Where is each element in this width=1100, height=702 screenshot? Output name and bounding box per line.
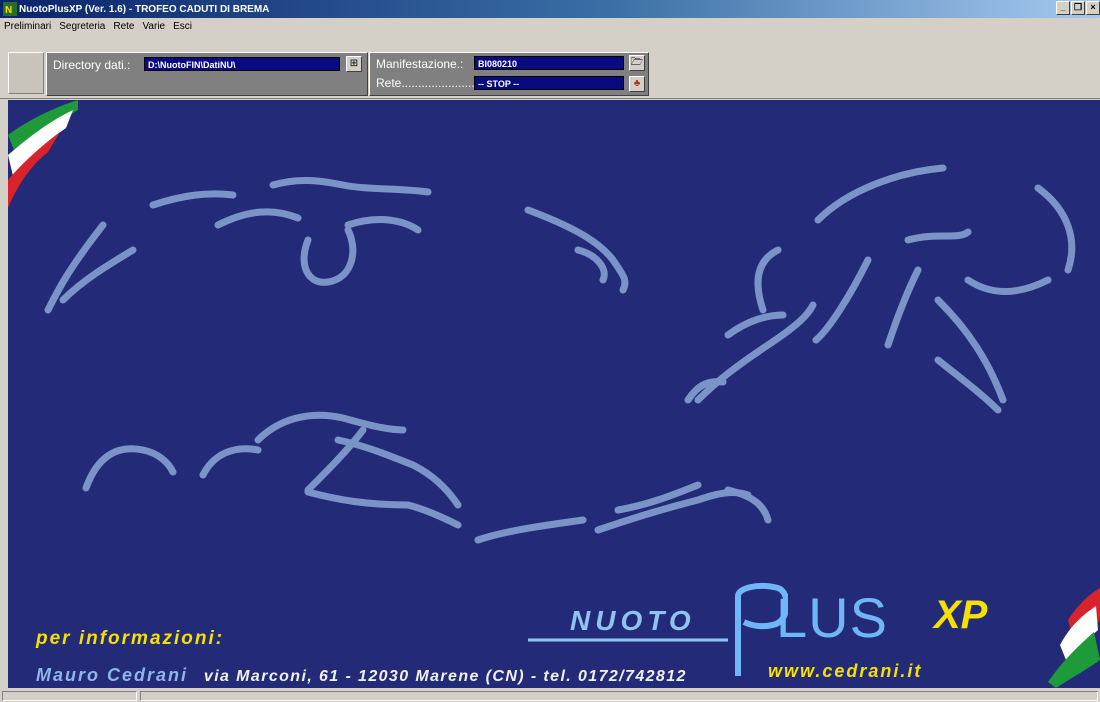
menu-esci[interactable]: Esci	[169, 21, 196, 32]
contact-address: via Marconi, 61 - 12030 Marene (CN) - te…	[203, 668, 687, 685]
menu-segreteria[interactable]: Segreteria	[55, 21, 109, 32]
logo-p-icon	[528, 583, 788, 676]
manifestazione-field[interactable]: BI080210	[474, 56, 624, 70]
info-heading: per informazioni:	[36, 628, 225, 649]
splash-banner: NUOTO LUS XP per informazioni: Mauro Ced…	[8, 100, 1100, 688]
title-bar[interactable]: N NuotoPlusXP (Ver. 1.6) - TROFEO CADUTI…	[0, 0, 1100, 18]
app-icon: N	[3, 2, 17, 16]
open-folder-button[interactable]: 🗁	[629, 55, 645, 71]
contact-name: Mauro Cedrani	[36, 665, 189, 685]
directory-label: Directory dati.:	[53, 58, 131, 72]
minimize-button[interactable]: _	[1056, 1, 1070, 15]
website-link[interactable]: www.cedrani.it	[768, 661, 922, 682]
manifestazione-label: Manifestazione.:	[376, 57, 464, 71]
folder-tree-button[interactable]: ⊞	[346, 56, 362, 72]
network-icon: ♣	[633, 78, 641, 89]
network-button[interactable]: ♣	[629, 76, 645, 92]
open-folder-icon: 🗁	[630, 57, 644, 68]
menu-bar: Preliminari Segreteria Rete Varie Esci	[0, 18, 1100, 34]
window-controls: _ ❐ ×	[1056, 1, 1100, 15]
status-panel-2	[140, 691, 1098, 701]
contact-info: Mauro Cedrani via Marconi, 61 - 12030 Ma…	[36, 665, 687, 686]
window-title: NuotoPlusXP (Ver. 1.6) - TROFEO CADUTI D…	[19, 3, 270, 15]
manifestazione-panel: Manifestazione.: BI080210 🗁 Rete........…	[369, 52, 649, 96]
menu-preliminari[interactable]: Preliminari	[0, 21, 55, 32]
svg-text:N: N	[5, 5, 12, 16]
toolbar: Directory dati.: D:\NuotoFIN\DatiNU\ ⊞ M…	[0, 34, 1100, 99]
restore-button[interactable]: ❐	[1071, 1, 1085, 15]
status-bar	[0, 690, 1100, 702]
swimmer-freestyle	[44, 176, 629, 314]
status-panel-1	[2, 691, 137, 701]
close-button[interactable]: ×	[1086, 1, 1100, 15]
toolbar-grip	[8, 52, 44, 94]
logo-plus-text: LUS	[776, 586, 888, 649]
logo-xp-text: XP	[934, 593, 988, 637]
folder-tree-icon: ⊞	[349, 58, 359, 69]
menu-rete[interactable]: Rete	[109, 21, 138, 32]
menu-varie[interactable]: Varie	[139, 21, 170, 32]
swimmer-backstroke	[684, 164, 1076, 414]
rete-field[interactable]: -- STOP --	[474, 76, 624, 90]
swimmer-butterfly	[82, 411, 772, 544]
directory-panel: Directory dati.: D:\NuotoFIN\DatiNU\ ⊞	[46, 52, 368, 96]
directory-field[interactable]: D:\NuotoFIN\DatiNU\	[144, 57, 340, 71]
rete-label: Rete.........................:	[376, 76, 489, 90]
